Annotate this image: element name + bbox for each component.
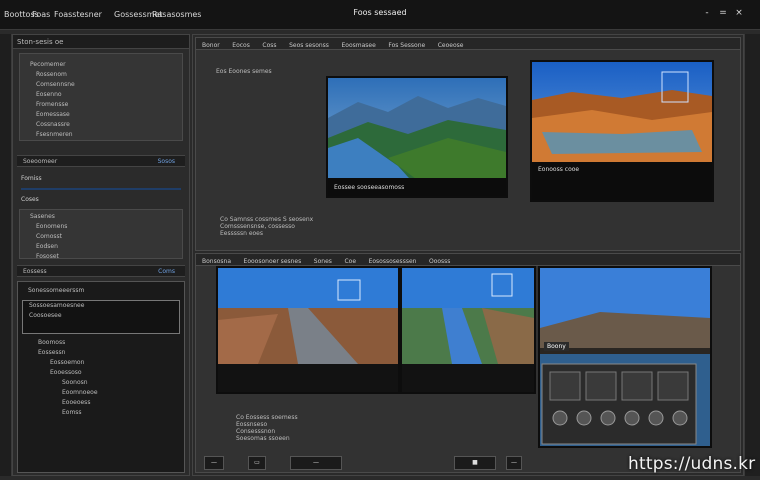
project-tree: Pecomemer Rossenom Comsennsne Eosenno Fr… [19,53,183,141]
section-title: Fomiss [21,175,42,182]
close-icon[interactable]: × [732,8,746,18]
layers-bar-value[interactable]: Coms [158,268,175,275]
photo-aerial-road[interactable] [216,266,400,394]
note-line: Comsssensnse, cossesso [220,223,295,230]
layers-bar-label: Eossess [23,268,47,275]
menu-item-window[interactable]: Rasasosmes [152,10,201,19]
tab[interactable]: Ceoeose [438,42,464,49]
left-toolstrip [0,34,12,476]
tree-item[interactable]: Comsennsne [20,80,182,90]
tab[interactable]: Seos sesonss [289,42,329,49]
tree-item[interactable]: Pecomemer [20,60,182,70]
tab[interactable]: Coss [262,42,276,49]
aerial-river-image [402,268,534,392]
watermark-text: https://udns.kr [628,454,756,474]
property-row[interactable]: Eooessoso [22,368,180,378]
toolbar-button[interactable]: ▭ [248,456,266,470]
panel-header: Sonessomeeerssm [28,287,85,294]
layers-bar[interactable]: Eossess Coms [17,265,185,277]
note-line: Soesomas ssoeen [236,435,290,442]
property-row[interactable]: Eoomnoeoe [22,388,180,398]
minimize-icon[interactable]: - [700,8,714,18]
menu-bar: Boottoss Foas Foasstesner Gossessmet Ras… [0,0,760,30]
filter-bar[interactable]: Soeoomeer Sosos [17,155,185,167]
tree-item[interactable]: Fsesnmeren [20,130,182,140]
property-row[interactable]: Boomoss [22,338,180,348]
left-dock: Ston-sesis oe Pecomemer Rossenom Comsenn… [12,34,190,476]
filter-value[interactable]: Sosos [158,158,175,165]
roofline-image [540,268,710,446]
tree-item[interactable]: Fososet [20,252,182,262]
selected-block[interactable]: Sossoesamoesnee Coosoesee [22,300,180,334]
section-subtitle: Coses [21,196,39,203]
photo-caption: Eonooss cooe [538,166,580,173]
tab[interactable]: Fos Sessone [388,42,425,49]
tab[interactable]: Bonsosna [202,258,231,265]
tree-item[interactable]: Cossnassre [20,120,182,130]
properties-panel: Sonessomeeerssm Sossoesamoesnee Coosoese… [17,281,185,473]
tree-item[interactable]: Eonomens [20,222,182,232]
maximize-icon[interactable]: = [716,8,730,18]
bottom-tabs: Bonsosna Eooosonoer sesnes Sones Coe Eos… [196,254,740,266]
top-note: Co Samnss cossmes S seosenx Comsssensnse… [220,216,313,237]
photo-caption: Eossee sooseeasomoss [328,180,506,196]
property-row[interactable]: Eooeoess [22,398,180,408]
note-line: Eesssssn eoes [220,230,264,237]
photo-lake-valley[interactable]: Eossee sooseeasomoss [326,76,508,198]
toolbar-button[interactable]: — [506,456,522,470]
lake-valley-image [328,78,506,196]
tab[interactable]: Sones [314,258,332,265]
tab[interactable]: Eoosmasee [341,42,375,49]
tab[interactable]: Eooosonoer sesnes [244,258,302,265]
selected-row[interactable]: Sossoesamoesnee [23,301,179,311]
toolbar-button[interactable]: — [204,456,224,470]
top-caption: Eos Eoones semes [216,68,272,75]
section-slider[interactable] [21,188,181,190]
tree-item[interactable]: Eosenno [20,90,182,100]
note-line: Co Samnss cossmes S seosenx [220,216,314,223]
photo-roofline[interactable]: Boony [538,266,712,448]
aerial-road-image [218,268,398,392]
toolbar-button[interactable]: ■ [454,456,496,470]
note-line: Eossnseso [236,421,268,428]
note-line: Co Eossess soemess [236,414,298,421]
tab[interactable]: Eocos [232,42,250,49]
canyon-image [532,62,712,200]
layers-tree: Sasenes Eonomens Comosst Eodsen Fososet [19,209,183,262]
filter-label: Soeoomeer [23,158,58,165]
photo-aerial-river[interactable] [400,266,536,394]
selected-row[interactable]: Coosoesee [23,311,179,321]
top-tabs: Bonor Eocos Coss Seos sesonss Eoosmasee … [196,38,740,50]
property-row[interactable]: Eomss [22,408,180,418]
tab[interactable]: Bonor [202,42,220,49]
bottom-note: Co Eossess soemess Eossnseso Consesssnon… [236,414,298,442]
right-toolstrip [744,34,760,476]
menu-item-view[interactable]: Foasstesner [54,10,102,19]
tab[interactable]: Ooosss [429,258,450,265]
note-line: Consesssnon [236,428,276,435]
photo-canyon[interactable]: Eonooss cooe [530,60,714,202]
tree-item[interactable]: Comosst [20,232,182,242]
window-title: Foos sessaed [353,8,407,17]
tree-item[interactable]: Rossenom [20,70,182,80]
menu-item-edit[interactable]: Foas [32,10,50,19]
tab[interactable]: Eosossosesssen [369,258,417,265]
photo-label: Boony [544,342,569,351]
dock-header: Ston-sesis oe [13,35,189,49]
tree-item[interactable]: Eodsen [20,242,182,252]
tab[interactable]: Coe [344,258,356,265]
property-row[interactable]: Eossoemon [22,358,180,368]
tree-item[interactable]: Fromensse [20,100,182,110]
tree-item[interactable]: Sasenes [20,212,182,222]
tree-item[interactable]: Eomessase [20,110,182,120]
property-row[interactable]: Eossessn [22,348,180,358]
property-row[interactable]: Soonosn [22,378,180,388]
toolbar-button[interactable]: — [290,456,342,470]
